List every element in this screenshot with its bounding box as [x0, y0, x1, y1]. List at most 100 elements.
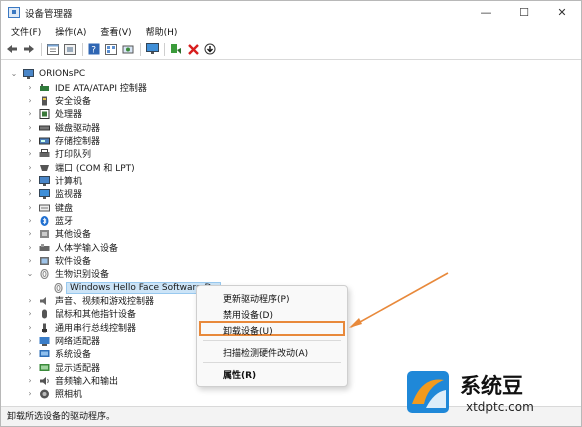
menu-action[interactable]: 操作(A)	[48, 25, 93, 38]
toolbar-divider	[41, 42, 42, 56]
category-audio-io[interactable]: › 音频输入和输出	[25, 374, 118, 387]
menu-item-update-driver[interactable]: 更新驱动程序(P)	[223, 292, 289, 305]
chevron-right-icon[interactable]: ›	[25, 163, 35, 172]
category-label: 键盘	[55, 204, 74, 214]
category-other[interactable]: › 其他设备	[25, 227, 91, 240]
security-device-icon	[42, 96, 47, 105]
svg-text:?: ?	[91, 46, 96, 56]
category-label: 安全设备	[55, 97, 92, 107]
chevron-right-icon[interactable]: ›	[25, 109, 35, 118]
chevron-right-icon[interactable]: ›	[25, 123, 35, 132]
chevron-right-icon[interactable]: ›	[25, 309, 35, 318]
processor-icon	[39, 108, 50, 119]
category-security[interactable]: › 安全设备	[25, 94, 91, 107]
category-bluetooth[interactable]: › 蓝牙	[25, 214, 73, 227]
chevron-right-icon[interactable]: ›	[25, 376, 35, 385]
category-mouse[interactable]: › 鼠标和其他指针设备	[25, 307, 136, 320]
audio-io-icon	[40, 376, 49, 385]
chevron-right-icon[interactable]: ›	[25, 389, 35, 398]
category-system[interactable]: › 系统设备	[25, 347, 91, 360]
chevron-right-icon[interactable]: ›	[25, 216, 35, 225]
port-icon	[40, 164, 49, 171]
chevron-right-icon[interactable]: ›	[25, 256, 35, 265]
menu-view[interactable]: 查看(V)	[93, 25, 138, 38]
tree-root[interactable]: ⌄ ORIONsPC	[9, 67, 85, 80]
category-biometric[interactable]: ⌄ 生物识别设备	[25, 267, 109, 280]
category-label: 端口 (COM 和 LPT)	[55, 164, 135, 174]
category-computer[interactable]: › 计算机	[25, 174, 82, 187]
category-monitor[interactable]: › 监视器	[25, 187, 82, 200]
category-audio-video[interactable]: › 声音、视频和游戏控制器	[25, 294, 154, 307]
printer-icon	[39, 148, 50, 157]
monitor-icon[interactable]	[145, 42, 159, 56]
enable-icon[interactable]	[169, 42, 183, 56]
software-device-icon	[40, 256, 49, 265]
category-label: 存储控制器	[55, 137, 101, 147]
category-label: 计算机	[55, 177, 83, 187]
category-hid[interactable]: › 人体学输入设备	[25, 241, 118, 254]
chevron-right-icon[interactable]: ›	[25, 96, 35, 105]
watermark-url: xtdptc.com	[466, 400, 534, 414]
chevron-right-icon[interactable]: ›	[25, 189, 35, 198]
category-ports[interactable]: › 端口 (COM 和 LPT)	[25, 161, 135, 174]
properties-icon[interactable]	[46, 42, 60, 56]
chevron-right-icon[interactable]: ›	[25, 176, 35, 185]
chevron-right-icon[interactable]: ›	[25, 363, 35, 372]
chevron-right-icon[interactable]: ›	[25, 349, 35, 358]
menu-item-scan-hardware[interactable]: 扫描检测硬件改动(A)	[223, 346, 308, 359]
view-icon[interactable]	[104, 42, 118, 56]
category-print-queue[interactable]: › 打印队列	[25, 147, 91, 160]
mouse-icon	[42, 309, 47, 318]
toolbar-divider	[82, 42, 83, 56]
update-icon[interactable]	[203, 42, 217, 56]
chevron-right-icon[interactable]: ›	[25, 83, 35, 92]
category-display[interactable]: › 显示适配器	[25, 361, 100, 374]
close-button[interactable]: ✕	[543, 1, 581, 24]
category-camera[interactable]: › 照相机	[25, 387, 82, 400]
chevron-right-icon[interactable]: ›	[25, 323, 35, 332]
category-usb[interactable]: › 通用串行总线控制器	[25, 321, 136, 334]
menu-item-disable-device[interactable]: 禁用设备(D)	[223, 308, 273, 321]
category-software[interactable]: › 软件设备	[25, 254, 91, 267]
other-device-icon	[40, 229, 49, 238]
category-label: 人体学输入设备	[55, 244, 119, 254]
computer-icon	[39, 175, 50, 186]
forward-icon[interactable]	[22, 42, 36, 56]
chevron-down-icon[interactable]: ⌄	[25, 269, 35, 278]
category-label: 通用串行总线控制器	[55, 324, 137, 334]
category-network[interactable]: › 网络适配器	[25, 334, 100, 347]
toolbar-divider	[140, 42, 141, 56]
category-label: 蓝牙	[55, 217, 74, 227]
chevron-right-icon[interactable]: ›	[25, 136, 35, 145]
category-ide[interactable]: › IDE ATA/ATAPI 控制器	[25, 81, 147, 94]
back-icon[interactable]	[5, 42, 19, 56]
chevron-right-icon[interactable]: ›	[25, 296, 35, 305]
category-disk[interactable]: › 磁盘驱动器	[25, 121, 100, 134]
chevron-down-icon[interactable]: ⌄	[9, 69, 19, 78]
category-processor[interactable]: › 处理器	[25, 107, 82, 120]
chevron-right-icon[interactable]: ›	[25, 243, 35, 252]
chevron-right-icon[interactable]: ›	[25, 229, 35, 238]
menu-file[interactable]: 文件(F)	[4, 25, 48, 38]
network-adapter-icon	[39, 336, 50, 346]
menu-item-uninstall-device[interactable]: 卸载设备(U)	[223, 324, 273, 337]
minimize-button[interactable]: —	[467, 1, 505, 24]
device-manager-icon	[8, 7, 20, 18]
maximize-button[interactable]: ☐	[505, 1, 543, 24]
context-menu: 更新驱动程序(P) 禁用设备(D) 卸载设备(U) 扫描检测硬件改动(A) 属性…	[196, 285, 348, 387]
chevron-right-icon[interactable]: ›	[25, 336, 35, 345]
category-keyboard[interactable]: › 键盘	[25, 201, 73, 214]
menu-help[interactable]: 帮助(H)	[139, 25, 185, 38]
category-label: 显示适配器	[55, 364, 101, 374]
category-storage[interactable]: › 存储控制器	[25, 134, 100, 147]
computer-icon	[23, 68, 34, 79]
chevron-right-icon[interactable]: ›	[25, 149, 35, 158]
uninstall-icon[interactable]	[186, 42, 200, 56]
menu-divider	[203, 362, 341, 363]
chevron-right-icon[interactable]: ›	[25, 203, 35, 212]
category-label: 软件设备	[55, 257, 92, 267]
menu-item-properties[interactable]: 属性(R)	[223, 368, 256, 381]
help-icon[interactable]: ?	[87, 42, 101, 56]
scan-icon[interactable]	[121, 42, 135, 56]
hide-icon[interactable]	[63, 42, 77, 56]
